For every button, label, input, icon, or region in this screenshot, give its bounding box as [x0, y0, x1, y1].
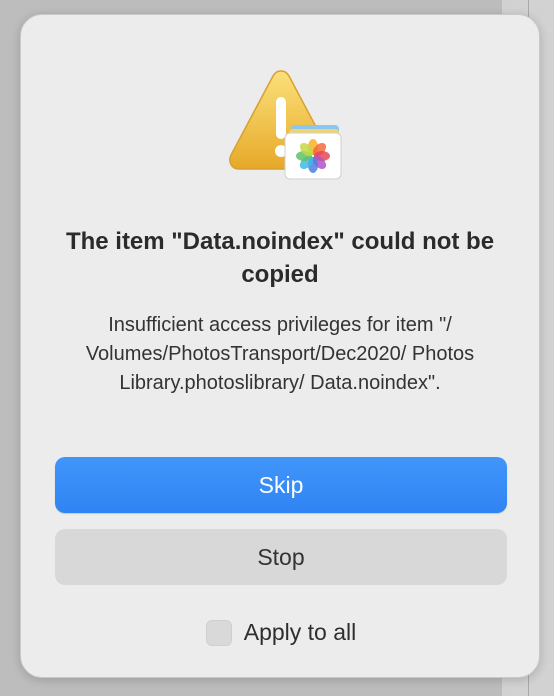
apply-to-all-checkbox[interactable] [205, 619, 232, 646]
dialog-title: The item "Data.noindex" could not be cop… [65, 228, 495, 288]
apply-to-all-row[interactable]: Apply to all [21, 619, 541, 646]
dialog-icon [221, 65, 347, 185]
copy-error-dialog: The item "Data.noindex" could not be cop… [20, 14, 540, 678]
skip-button[interactable]: Skip [55, 457, 507, 513]
warning-icon [229, 70, 342, 180]
stop-button[interactable]: Stop [55, 529, 507, 585]
dialog-message: Insufficient access privileges for item … [85, 314, 475, 394]
photos-icon [284, 125, 342, 180]
apply-to-all-label[interactable]: Apply to all [244, 619, 357, 646]
